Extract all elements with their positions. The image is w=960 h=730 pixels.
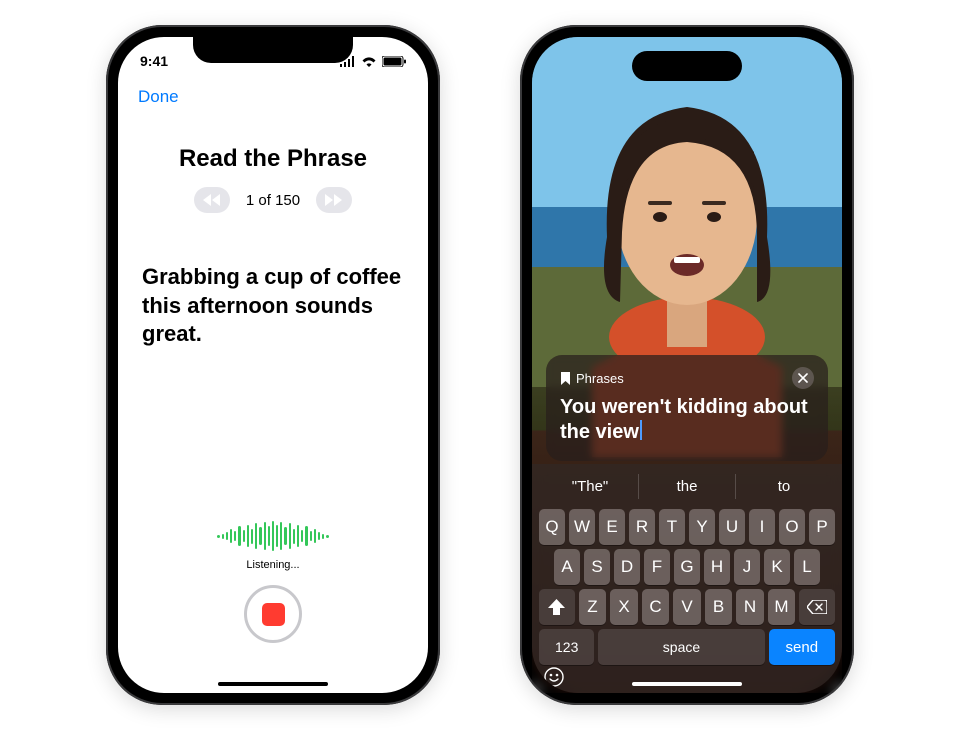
keyboard: "The" the to Q W E R T Y U I O P A S D F bbox=[532, 464, 842, 693]
key-i[interactable]: I bbox=[749, 509, 775, 545]
listening-block: Listening... bbox=[118, 521, 428, 643]
key-r[interactable]: R bbox=[629, 509, 655, 545]
key-space[interactable]: space bbox=[598, 629, 764, 665]
phrases-card: Phrases You weren't kidding about the vi… bbox=[546, 355, 828, 461]
key-l[interactable]: L bbox=[794, 549, 820, 585]
battery-icon bbox=[382, 56, 406, 67]
key-h[interactable]: H bbox=[704, 549, 730, 585]
text-cursor bbox=[640, 420, 642, 440]
key-f[interactable]: F bbox=[644, 549, 670, 585]
status-icons bbox=[339, 56, 406, 67]
screen-left: 9:41 Done Read the Phrase 1 of 150 Grabb… bbox=[118, 37, 428, 693]
phone-right: Phrases You weren't kidding about the vi… bbox=[520, 25, 854, 705]
key-backspace[interactable] bbox=[799, 589, 835, 625]
key-row-4: 123 space send bbox=[536, 627, 838, 667]
key-k[interactable]: K bbox=[764, 549, 790, 585]
listening-label: Listening... bbox=[246, 559, 299, 571]
key-q[interactable]: Q bbox=[539, 509, 565, 545]
stop-record-button[interactable] bbox=[244, 585, 302, 643]
status-time: 9:41 bbox=[140, 53, 168, 69]
suggestion-1[interactable]: the bbox=[639, 474, 736, 499]
key-u[interactable]: U bbox=[719, 509, 745, 545]
key-m[interactable]: M bbox=[768, 589, 796, 625]
key-s[interactable]: S bbox=[584, 549, 610, 585]
phrase-text: Grabbing a cup of coffee this afternoon … bbox=[118, 243, 428, 349]
key-o[interactable]: O bbox=[779, 509, 805, 545]
pager-text: 1 of 150 bbox=[246, 192, 300, 209]
key-j[interactable]: J bbox=[734, 549, 760, 585]
key-g[interactable]: G bbox=[674, 549, 700, 585]
notch bbox=[193, 37, 353, 63]
key-t[interactable]: T bbox=[659, 509, 685, 545]
typed-text-value: You weren't kidding about the view bbox=[560, 396, 808, 443]
emoji-icon bbox=[544, 667, 564, 687]
rewind-icon bbox=[203, 194, 221, 206]
key-y[interactable]: Y bbox=[689, 509, 715, 545]
bookmark-icon bbox=[560, 372, 571, 385]
key-v[interactable]: V bbox=[673, 589, 701, 625]
waveform-icon bbox=[217, 521, 328, 551]
screen-right: Phrases You weren't kidding about the vi… bbox=[532, 37, 842, 693]
page-title: Read the Phrase bbox=[118, 145, 428, 173]
key-p[interactable]: P bbox=[809, 509, 835, 545]
key-w[interactable]: W bbox=[569, 509, 595, 545]
left-content: Done Read the Phrase 1 of 150 Grabbing a… bbox=[118, 37, 428, 693]
pager-next-button[interactable] bbox=[316, 187, 352, 213]
home-indicator[interactable] bbox=[218, 682, 328, 686]
suggestion-2[interactable]: to bbox=[736, 474, 832, 499]
pager: 1 of 150 bbox=[118, 187, 428, 213]
typed-text-field[interactable]: You weren't kidding about the view bbox=[560, 395, 814, 445]
key-row-1: Q W E R T Y U I O P bbox=[536, 507, 838, 547]
key-send[interactable]: send bbox=[769, 629, 835, 665]
close-button[interactable] bbox=[792, 367, 814, 389]
stop-icon bbox=[262, 603, 285, 626]
dynamic-island bbox=[632, 51, 742, 81]
phone-left: 9:41 Done Read the Phrase 1 of 150 Grabb… bbox=[106, 25, 440, 705]
phrases-chip-button[interactable]: Phrases bbox=[560, 371, 624, 386]
backspace-icon bbox=[807, 600, 827, 614]
home-indicator[interactable] bbox=[632, 682, 742, 686]
suggestion-0[interactable]: "The" bbox=[542, 474, 639, 499]
wifi-icon bbox=[361, 56, 377, 67]
pager-prev-button[interactable] bbox=[194, 187, 230, 213]
key-shift[interactable] bbox=[539, 589, 575, 625]
fastforward-icon bbox=[325, 194, 343, 206]
key-e[interactable]: E bbox=[599, 509, 625, 545]
key-z[interactable]: Z bbox=[579, 589, 607, 625]
key-b[interactable]: B bbox=[705, 589, 733, 625]
close-icon bbox=[798, 373, 808, 383]
key-a[interactable]: A bbox=[554, 549, 580, 585]
key-row-3: Z X C V B N M bbox=[536, 587, 838, 627]
key-d[interactable]: D bbox=[614, 549, 640, 585]
emoji-button[interactable] bbox=[544, 667, 564, 687]
key-x[interactable]: X bbox=[610, 589, 638, 625]
shift-icon bbox=[548, 599, 565, 615]
key-numbers[interactable]: 123 bbox=[539, 629, 594, 665]
key-n[interactable]: N bbox=[736, 589, 764, 625]
key-c[interactable]: C bbox=[642, 589, 670, 625]
suggestion-bar: "The" the to bbox=[536, 468, 838, 507]
phrases-chip-label: Phrases bbox=[576, 371, 624, 386]
key-row-2: A S D F G H J K L bbox=[536, 547, 838, 587]
done-button[interactable]: Done bbox=[118, 83, 199, 117]
